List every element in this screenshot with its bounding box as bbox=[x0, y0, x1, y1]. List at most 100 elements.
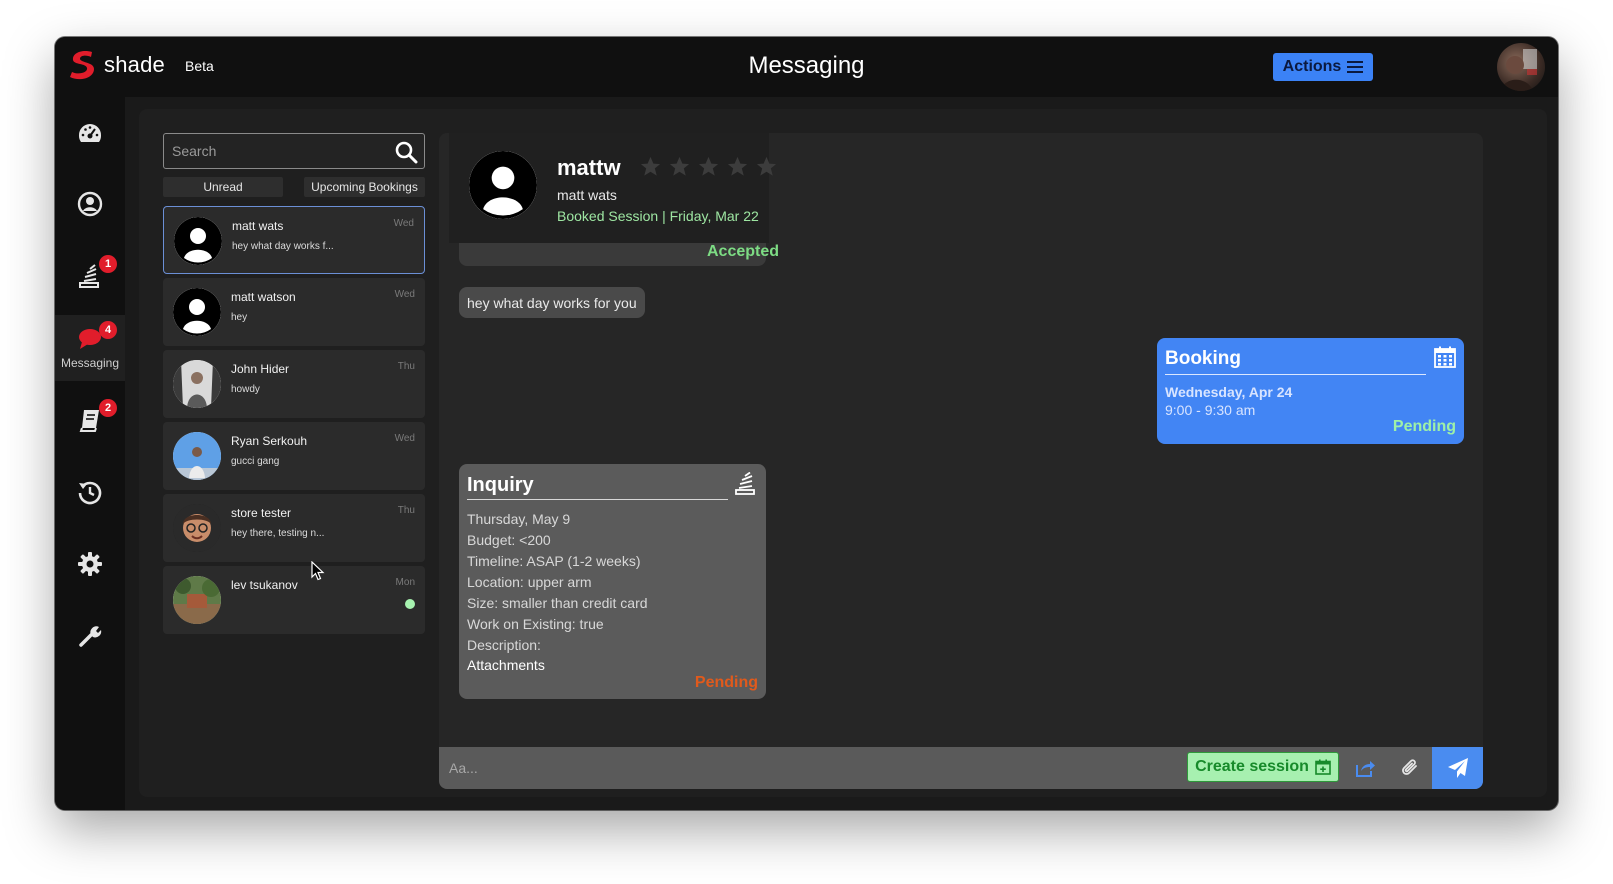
create-session-label: Create session bbox=[1195, 758, 1309, 775]
history-icon bbox=[78, 481, 102, 505]
booked-session-link[interactable]: Booked Session | Friday, Mar 22 bbox=[557, 208, 759, 224]
contact-header: mattw matt wats Booked Session | Friday,… bbox=[449, 133, 777, 243]
inquiry-date: Thursday, May 9 bbox=[467, 511, 571, 527]
contact-handle: mattw bbox=[557, 155, 621, 180]
conversation-preview: hey bbox=[231, 312, 248, 323]
default-avatar-icon bbox=[469, 151, 537, 219]
divider bbox=[1165, 374, 1426, 375]
wrench-icon bbox=[79, 626, 102, 647]
inquiries-icon bbox=[735, 472, 755, 495]
online-status-dot bbox=[405, 599, 415, 609]
divider bbox=[467, 499, 728, 500]
search-input[interactable] bbox=[164, 134, 384, 168]
sidebar: 1 Messaging 4 2 bbox=[55, 97, 125, 810]
conversation-day: Thu bbox=[397, 361, 415, 372]
sidebar-item-inquiries[interactable]: 1 bbox=[55, 243, 125, 309]
create-session-button[interactable]: Create session bbox=[1187, 752, 1339, 782]
conversation-name: matt wats bbox=[232, 219, 284, 233]
session-status: Accepted bbox=[707, 243, 780, 260]
sidebar-item-dashboard[interactable] bbox=[55, 101, 125, 167]
profile-icon bbox=[77, 191, 103, 217]
conversation-preview: howdy bbox=[231, 384, 260, 395]
contact-name: matt wats bbox=[557, 187, 617, 203]
dashboard-icon bbox=[78, 124, 102, 142]
conversation-day: Wed bbox=[393, 218, 414, 229]
default-avatar-icon bbox=[174, 217, 222, 265]
messaging-panel: Unread Upcoming Bookings matt wats hey w… bbox=[139, 109, 1547, 797]
paperclip-icon[interactable] bbox=[1399, 757, 1421, 779]
conversation-day: Wed bbox=[394, 433, 415, 444]
booking-date: Wednesday, Apr 24 bbox=[1165, 384, 1293, 400]
photo-avatar-image bbox=[173, 432, 221, 480]
booking-card[interactable]: Booking Wednesday, Apr 24 9:00 - 9:30 am… bbox=[1157, 338, 1464, 444]
sidebar-item-tools[interactable] bbox=[55, 603, 125, 669]
inquiry-status: Pending bbox=[694, 674, 758, 691]
menu-icon bbox=[1347, 61, 1364, 73]
conversation-name: matt watson bbox=[231, 290, 296, 304]
share-icon[interactable] bbox=[1354, 757, 1376, 779]
sidebar-item-settings[interactable] bbox=[55, 531, 125, 597]
rating-stars bbox=[639, 155, 778, 178]
messaging-badge: 4 bbox=[99, 321, 117, 339]
filter-unread[interactable]: Unread bbox=[163, 177, 283, 197]
inquiry-title: Inquiry bbox=[467, 474, 534, 496]
send-button[interactable] bbox=[1432, 747, 1483, 789]
gear-icon bbox=[78, 552, 102, 576]
chat-thread: Accepted mattw matt wats Booked Session … bbox=[439, 133, 1483, 751]
user-avatar[interactable] bbox=[1497, 43, 1545, 91]
conversation-item[interactable]: lev tsukanov Mon bbox=[163, 566, 425, 634]
incoming-message: hey what day works for you bbox=[459, 287, 645, 318]
top-bar: shade Beta Messaging Actions bbox=[55, 37, 1558, 97]
send-icon bbox=[1447, 758, 1468, 778]
avatar bbox=[173, 288, 221, 336]
conversation-name: lev tsukanov bbox=[231, 578, 298, 592]
star-icon bbox=[640, 156, 661, 176]
conversation-item[interactable]: matt wats hey what day works f... Wed bbox=[163, 206, 425, 274]
sidebar-item-history[interactable] bbox=[55, 459, 125, 525]
contact-avatar[interactable] bbox=[469, 151, 537, 219]
memoji-avatar-image bbox=[173, 504, 221, 552]
conversation-preview: gucci gang bbox=[231, 456, 280, 467]
search-box bbox=[163, 133, 425, 169]
inquiry-description: Description: bbox=[467, 637, 541, 653]
conversation-item[interactable]: store tester hey there, testing n... Thu bbox=[163, 494, 425, 562]
conversation-preview: hey there, testing n... bbox=[231, 528, 325, 539]
app-window: shade Beta Messaging Actions 1 Messaging… bbox=[55, 37, 1558, 810]
default-avatar-icon bbox=[173, 288, 221, 336]
mouse-cursor-icon bbox=[311, 561, 325, 581]
conversation-day: Wed bbox=[394, 289, 415, 300]
inquiry-timeline: Timeline: ASAP (1-2 weeks) bbox=[467, 553, 641, 569]
booking-time: 9:00 - 9:30 am bbox=[1165, 402, 1256, 418]
attachments-link[interactable]: Attachments bbox=[467, 657, 545, 673]
avatar bbox=[174, 217, 222, 265]
inquiry-size: Size: smaller than credit card bbox=[467, 595, 648, 611]
conversation-item[interactable]: matt watson hey Wed bbox=[163, 278, 425, 346]
avatar bbox=[173, 360, 221, 408]
star-icon bbox=[669, 156, 690, 176]
conversation-preview: hey what day works f... bbox=[232, 241, 334, 252]
sidebar-item-book[interactable]: 2 bbox=[55, 387, 125, 453]
conversation-item[interactable]: John Hider howdy Thu bbox=[163, 350, 425, 418]
message-input[interactable] bbox=[449, 755, 1049, 781]
search-icon[interactable] bbox=[394, 140, 418, 164]
actions-button[interactable]: Actions bbox=[1273, 53, 1373, 81]
sidebar-item-messaging[interactable]: Messaging 4 bbox=[55, 315, 125, 381]
photo-avatar-image bbox=[173, 576, 221, 624]
message-composer: Create session bbox=[439, 747, 1483, 789]
conversation-item[interactable]: Ryan Serkouh gucci gang Wed bbox=[163, 422, 425, 490]
sidebar-item-label: Messaging bbox=[60, 356, 120, 370]
inquiry-card[interactable]: Inquiry Thursday, May 9 Budget: <200 Tim… bbox=[459, 464, 766, 699]
photo-avatar-image bbox=[173, 360, 221, 408]
conversation-name: Ryan Serkouh bbox=[231, 434, 308, 448]
calendar-icon bbox=[1434, 346, 1456, 368]
avatar bbox=[173, 432, 221, 480]
user-avatar-image bbox=[1501, 49, 1537, 91]
conversation-day: Thu bbox=[397, 505, 415, 516]
booking-status: Pending bbox=[1392, 418, 1456, 435]
star-icon bbox=[756, 156, 777, 176]
conversation-name: John Hider bbox=[231, 362, 290, 376]
booking-title: Booking bbox=[1165, 348, 1241, 369]
filter-upcoming-bookings[interactable]: Upcoming Bookings bbox=[304, 177, 425, 197]
sidebar-item-profile[interactable] bbox=[55, 171, 125, 237]
conversation-name: store tester bbox=[231, 506, 292, 520]
